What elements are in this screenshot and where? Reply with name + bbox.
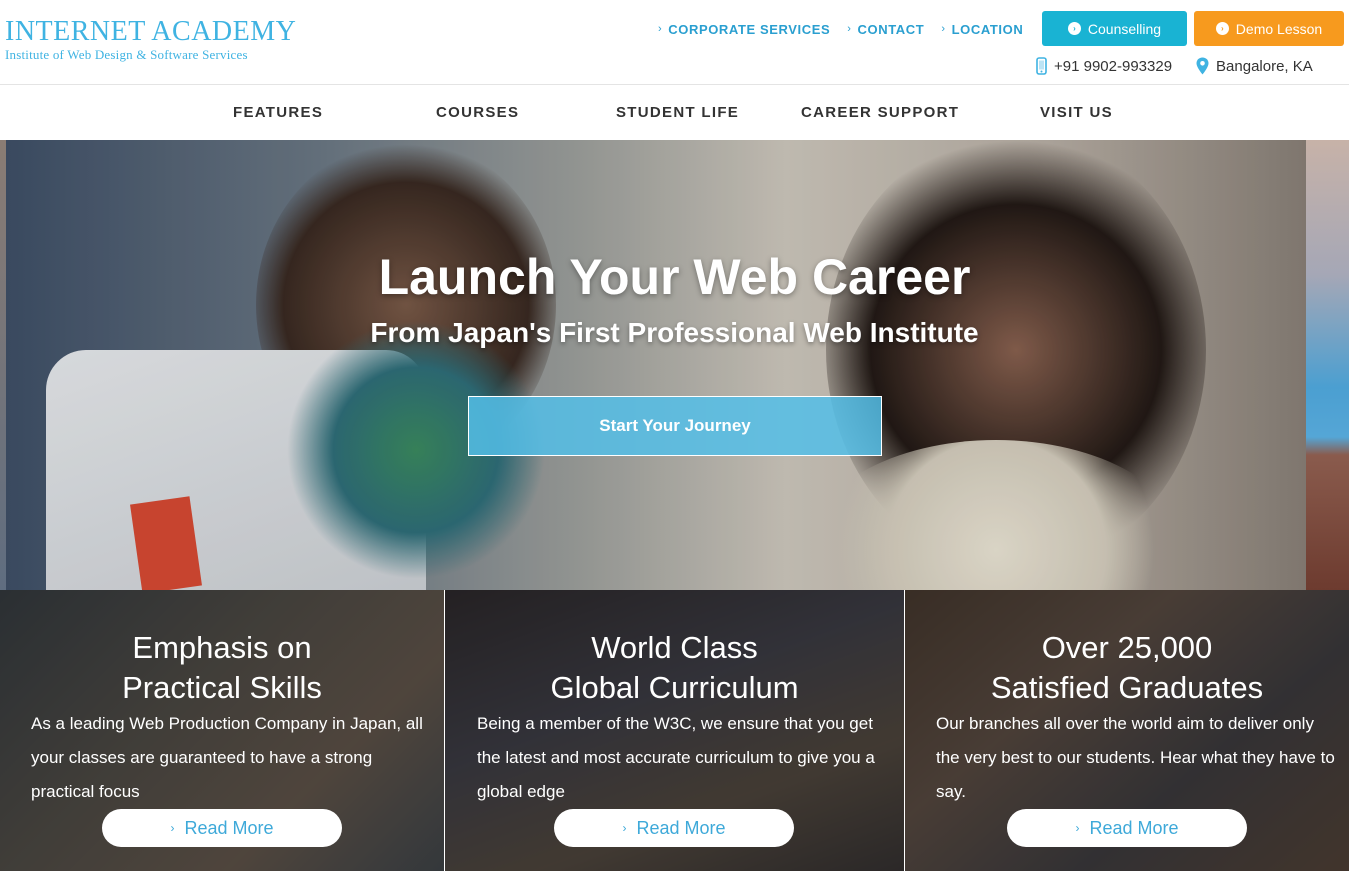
start-journey-button[interactable]: Start Your Journey [468,396,882,456]
panel-title: Over 25,000 Satisfied Graduates [905,628,1349,708]
counselling-button[interactable]: › Counselling [1042,11,1187,46]
nav-item-student-life[interactable]: STUDENT LIFE [616,104,739,121]
contact-info: +91 9902-993329 Bangalore, KA [1036,57,1313,75]
corporate-services-link[interactable]: › CORPORATE SERVICES [658,20,830,38]
location-link[interactable]: › LOCATION [941,20,1023,38]
arrow-circle-icon: › [1215,22,1229,35]
chevron-right-icon: › [170,821,175,835]
top-link-label: CORPORATE SERVICES [668,21,831,37]
nav-item-visit-us[interactable]: VISIT US [1040,104,1113,121]
hero-overlay [6,140,1306,590]
top-link-label: CONTACT [857,21,925,37]
read-more-button[interactable]: › Read More [1007,809,1247,847]
location-contact[interactable]: Bangalore, KA [1196,57,1313,75]
demo-lesson-button[interactable]: › Demo Lesson [1194,11,1344,46]
counselling-label: Counselling [1087,20,1162,37]
feature-panel-practical: Emphasis on Practical Skills As a leadin… [0,590,444,871]
chevron-right-icon: › [847,23,852,35]
feature-panels: Emphasis on Practical Skills As a leadin… [0,590,1349,871]
logo-title: INTERNET ACADEMY [5,16,297,47]
panel-title-line: Practical Skills [122,670,322,705]
nav-item-features[interactable]: FEATURES [233,104,323,121]
read-more-button[interactable]: › Read More [554,809,794,847]
panel-title: Emphasis on Practical Skills [0,628,444,708]
location-text: Bangalore, KA [1216,57,1313,75]
logo-subtitle: Institute of Web Design & Software Servi… [5,47,248,62]
panel-title-line: Emphasis on [132,630,312,665]
arrow-circle-icon: › [1067,22,1081,35]
panel-text: Our branches all over the world aim to d… [936,714,1335,801]
top-links: › CORPORATE SERVICES › CONTACT › LOCATIO… [658,20,1023,38]
panel-title-line: Over 25,000 [1041,630,1213,665]
carousel-next-slide-edge [1306,140,1349,590]
hero-title: Launch Your Web Career [378,249,971,305]
top-link-label: LOCATION [951,21,1024,37]
chevron-right-icon: › [622,821,627,835]
panel-title-line: Satisfied Graduates [990,670,1264,705]
read-more-label: Read More [636,817,726,838]
read-more-label: Read More [1089,817,1179,838]
site-logo[interactable]: INTERNET ACADEMY Institute of Web Design… [5,18,296,63]
phone-contact[interactable]: +91 9902-993329 [1036,57,1172,75]
chevron-right-icon: › [658,23,663,35]
panel-title-line: Global Curriculum [550,670,799,705]
read-more-label: Read More [184,817,274,838]
chevron-right-icon: › [941,23,946,35]
phone-number: +91 9902-993329 [1054,57,1173,75]
nav-item-courses[interactable]: COURSES [436,104,519,121]
mobile-phone-icon [1036,57,1047,75]
panel-text: As a leading Web Production Company in J… [31,714,423,801]
feature-panel-graduates: Over 25,000 Satisfied Graduates Our bran… [905,590,1349,871]
chevron-right-icon: › [1075,821,1080,835]
read-more-button[interactable]: › Read More [102,809,342,847]
contact-link[interactable]: › CONTACT [847,20,924,38]
feature-panel-curriculum: World Class Global Curriculum Being a me… [445,590,904,871]
demo-lesson-label: Demo Lesson [1235,20,1323,37]
hero-subtitle: From Japan's First Professional Web Inst… [370,317,979,348]
panel-title: World Class Global Curriculum [445,628,904,708]
nav-item-career-support[interactable]: CAREER SUPPORT [801,104,959,121]
map-pin-icon [1196,57,1209,75]
site-header: INTERNET ACADEMY Institute of Web Design… [0,0,1349,85]
main-nav: FEATURES COURSES STUDENT LIFE CAREER SUP… [0,85,1349,140]
panel-text: Being a member of the W3C, we ensure tha… [477,714,875,801]
panel-title-line: World Class [591,630,758,665]
hero-banner: Launch Your Web Career From Japan's Firs… [0,140,1349,590]
